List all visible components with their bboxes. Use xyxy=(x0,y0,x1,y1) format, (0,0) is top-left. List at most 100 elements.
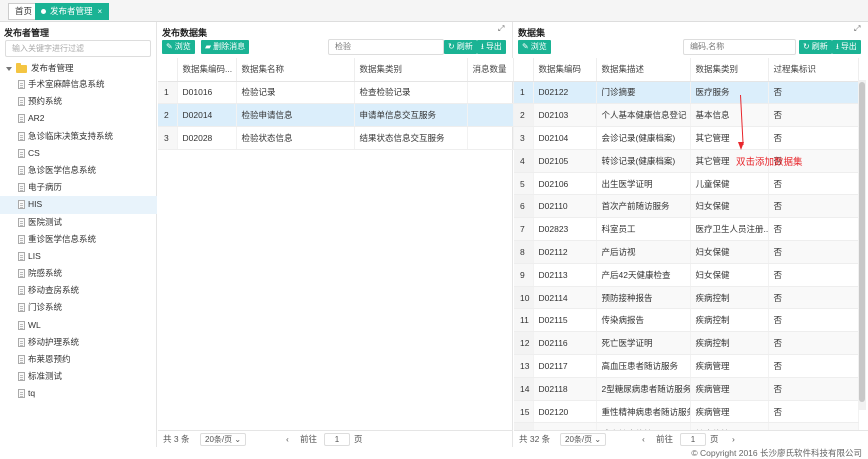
delete-message-button[interactable]: ▰ 删除消息 xyxy=(201,40,250,54)
refresh-button[interactable]: ↻ 刷新 xyxy=(444,40,477,54)
table-scrollbar-thumb[interactable] xyxy=(859,82,865,402)
table-row[interactable]: 3 D02104 会诊记录(健康档案) 其它管理否 xyxy=(514,126,859,150)
tree-node[interactable]: 重诊医学信息系统 xyxy=(0,231,157,248)
export-label: 导出 xyxy=(485,42,502,51)
tree-root[interactable]: 发布者管理 xyxy=(0,60,157,76)
export-button[interactable]: ⭳ 导出 xyxy=(832,40,861,54)
tree-node[interactable]: 电子病历 xyxy=(0,179,157,196)
table-cell: 儿童保健 xyxy=(690,172,769,196)
dataset-panel: 数据集 ⤢ ✎ 浏览 编码,名称 ↻ 刷新 ⭳ 导出 数据集编码 数据集描述 数据集类… xyxy=(514,22,868,447)
col-name[interactable]: 数据集名称 xyxy=(236,58,355,82)
table-row[interactable]: 2 D02103 个人基本健康信息登记 基本信息否 xyxy=(514,103,859,128)
published-dataset-table: 数据集编码... 数据集名称 数据集类别 消息数量 1 D01016 检验记录 检查检… xyxy=(158,58,514,150)
table-row[interactable]: 15 D02120 重性精神病患者随访服务 疾病管理否 xyxy=(514,400,859,424)
table-row[interactable]: 2 D02014 检验申请信息 申请单信息交互服务 xyxy=(158,103,514,128)
tree-node[interactable]: 移动查房系统 xyxy=(0,282,157,299)
dataset-search-input[interactable]: 编码,名称 xyxy=(683,39,796,55)
tree-node[interactable]: 手术室麻醉信息系统 xyxy=(0,76,157,93)
tree-node[interactable]: LIS xyxy=(0,248,157,265)
prev-page-button[interactable]: ‹ xyxy=(642,431,645,448)
col-code[interactable]: 数据集编码... xyxy=(177,58,237,82)
caret-down-icon[interactable] xyxy=(6,66,12,71)
close-icon[interactable]: × xyxy=(98,7,103,16)
tree-node-label: CS xyxy=(28,147,40,158)
table-row[interactable]: 8 D02112 产后访视 妇女保健否 xyxy=(514,240,859,264)
row-index: 8 xyxy=(514,240,534,264)
table-row[interactable]: 1 D01016 检验记录 检查检验记录 xyxy=(158,81,514,105)
col-category[interactable]: 数据集类别 xyxy=(690,58,769,82)
table-cell: 结果状态信息交互服务 xyxy=(354,126,468,150)
table-row[interactable]: 9 D02113 产后42天健康检查 妇女保健否 xyxy=(514,263,859,287)
page-size-select[interactable]: 20条/页 ⌄ xyxy=(200,433,247,446)
table-row[interactable]: 11 D02115 传染病报告 疾病控制否 xyxy=(514,308,859,333)
table-cell: 高血压患者随访服务 xyxy=(596,354,691,378)
page-input[interactable]: 1 xyxy=(680,433,706,446)
browse-button[interactable]: ✎ 浏览 xyxy=(518,40,551,54)
tree-node[interactable]: 急诊临床决策支持系统 xyxy=(0,128,157,145)
tree-node[interactable]: tq xyxy=(0,385,157,402)
document-icon xyxy=(18,97,25,107)
tree-node-label: 重诊医学信息系统 xyxy=(28,233,97,244)
table-row[interactable]: 5 D02106 出生医学证明 儿童保健否 xyxy=(514,172,859,196)
page-size-label: 20条/页 xyxy=(565,435,593,444)
tab-bar: 首页 发布者管理 × xyxy=(0,0,868,22)
table-cell: 否 xyxy=(768,194,859,219)
tree-filter-input[interactable]: 输入关键字进行过滤 xyxy=(5,40,151,57)
next-page-button[interactable]: › xyxy=(732,431,735,448)
tree-node[interactable]: 医院测试 xyxy=(0,214,157,231)
table-row[interactable]: 12 D02116 死亡医学证明 疾病控制否 xyxy=(514,331,859,356)
tree-node[interactable]: 院感系统 xyxy=(0,265,157,282)
dataset-search-input[interactable]: 检验 xyxy=(328,39,444,55)
fullscreen-icon[interactable]: ⤢ xyxy=(854,25,862,33)
col-category[interactable]: 数据集类别 xyxy=(354,58,468,82)
table-cell: 否 xyxy=(768,126,859,150)
tree-node[interactable]: 门诊系统 xyxy=(0,299,157,316)
prev-page-button[interactable]: ‹ xyxy=(286,431,289,448)
table-cell: 科室员工 xyxy=(596,217,691,242)
col-process-flag[interactable]: 过程集标识 xyxy=(768,58,859,82)
table-row[interactable]: 14 D02118 2型糖尿病患者随访服务 疾病管理否 xyxy=(514,377,859,401)
tree-node[interactable]: AR2 xyxy=(0,110,157,127)
tree-node[interactable]: 预约系统 xyxy=(0,93,157,110)
table-cell: 个人基本健康信息登记 xyxy=(596,103,691,128)
refresh-button[interactable]: ↻ 刷新 xyxy=(799,40,832,54)
export-button[interactable]: ⭳ 导出 xyxy=(477,40,506,54)
tree-node-label: LIS xyxy=(28,250,41,261)
tab-publisher-management[interactable]: 发布者管理 × xyxy=(35,3,110,20)
table-cell: D02014 xyxy=(177,103,237,128)
table-row[interactable]: 10 D02114 预防接种报告 疾病控制否 xyxy=(514,286,859,310)
document-icon xyxy=(18,269,25,279)
fullscreen-icon[interactable]: ⤢ xyxy=(498,25,506,33)
page-size-select[interactable]: 20条/页 ⌄ xyxy=(560,433,607,446)
table-cell: D02110 xyxy=(533,194,597,219)
col-code[interactable]: 数据集编码 xyxy=(533,58,597,82)
tree-node-label: WL xyxy=(28,319,41,330)
tree-node[interactable]: 标准测试 xyxy=(0,368,157,385)
table-row[interactable]: 4 D02105 转诊记录(健康档案) 其它管理否 xyxy=(514,149,859,173)
tree-node[interactable]: CS xyxy=(0,145,157,162)
row-index: 15 xyxy=(514,400,534,424)
col-message-count[interactable]: 消息数量 xyxy=(467,58,514,82)
row-index: 12 xyxy=(514,331,534,356)
table-row[interactable]: 13 D02117 高血压患者随访服务 疾病管理否 xyxy=(514,354,859,378)
tree-root-label: 发布者管理 xyxy=(31,63,74,73)
tree-node[interactable]: WL xyxy=(0,317,157,334)
table-cell: 疾病管理 xyxy=(690,354,769,378)
tree-node[interactable]: 布莱恩预约 xyxy=(0,351,157,368)
page-input[interactable]: 1 xyxy=(324,433,350,446)
table-row[interactable]: 3 D02028 检验状态信息 结果状态信息交互服务 xyxy=(158,126,514,150)
tree-node[interactable]: 急诊医学信息系统 xyxy=(0,162,157,179)
tree-node[interactable]: 移动护理系统 xyxy=(0,334,157,351)
table-cell: 转诊记录(健康档案) xyxy=(596,149,691,173)
total-count: 共 32 条 xyxy=(519,434,551,444)
tree-node[interactable]: HIS xyxy=(0,196,157,214)
table-cell: 其它管理 xyxy=(690,126,769,150)
table-row[interactable]: 7 D02823 科室员工 医疗卫生人员注册... 否 xyxy=(514,217,859,242)
table-cell: 医疗服务 xyxy=(690,81,769,105)
document-icon xyxy=(18,303,25,313)
table-row[interactable]: 1 D02122 门诊摘要 医疗服务否 xyxy=(514,81,859,105)
table-row[interactable]: 6 D02110 首次产前随访服务 妇女保健否 xyxy=(514,194,859,219)
browse-button[interactable]: ✎ 浏览 xyxy=(162,40,195,54)
row-index: 2 xyxy=(514,103,534,128)
col-description[interactable]: 数据集描述 xyxy=(596,58,691,82)
